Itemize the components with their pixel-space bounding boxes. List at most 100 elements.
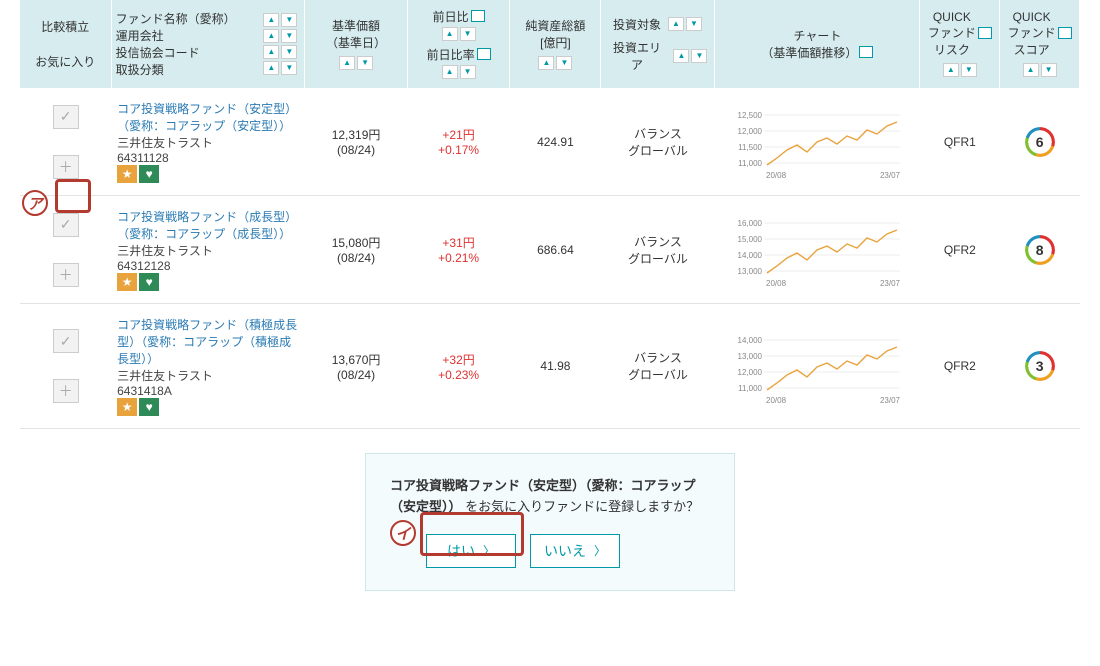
fund-company: 三井住友トラスト <box>117 244 213 258</box>
svg-text:16,000: 16,000 <box>738 219 763 228</box>
popup-icon[interactable] <box>479 50 491 60</box>
fund-diff-rate: +0.23% <box>413 368 504 382</box>
sort-down[interactable]: ▼ <box>460 27 476 41</box>
price-mini-chart: 12,500 12,000 11,500 11,00020/08 23/07 <box>732 100 902 180</box>
header-compare: 比較積立 <box>26 18 105 35</box>
svg-text:20/08: 20/08 <box>766 396 787 405</box>
col-header-score: QUICK ファンド スコア ▲▼ <box>1000 0 1080 88</box>
compare-toggle[interactable]: ✓ <box>53 213 79 237</box>
svg-text:13,000: 13,000 <box>738 267 763 276</box>
fund-asset: 41.98 <box>510 304 601 429</box>
fund-table: 比較積立 お気に入り ファンド名称（愛称） 運用会社 投信協会コード 取扱分類 … <box>20 0 1080 429</box>
chevron-right-icon: 〉 <box>594 542 606 559</box>
sort-down[interactable]: ▼ <box>460 65 476 79</box>
fund-code: 6431418A <box>117 384 172 398</box>
sort-down[interactable]: ▼ <box>357 56 373 70</box>
svg-text:11,500: 11,500 <box>739 143 763 152</box>
sort-up[interactable]: ▲ <box>263 29 279 43</box>
fund-price: 15,080円 <box>311 234 402 251</box>
sort-down[interactable]: ▼ <box>281 45 297 59</box>
table-row: ✓ ＋ コア投資戦略ファンド（安定型）（愛称：コアラップ（安定型）） 三井住友トラスト… <box>20 88 1080 196</box>
svg-text:11,000: 11,000 <box>739 384 763 393</box>
sort-down[interactable]: ▼ <box>281 29 297 43</box>
fund-company: 三井住友トラスト <box>117 369 213 383</box>
star-badge-icon: ★ <box>117 398 137 416</box>
popup-icon[interactable] <box>861 48 873 58</box>
sort-up[interactable]: ▲ <box>263 13 279 27</box>
sort-up[interactable]: ▲ <box>339 56 355 70</box>
popup-icon[interactable] <box>473 12 485 22</box>
favorite-add-button[interactable]: ＋ <box>53 155 79 179</box>
sort-up[interactable]: ▲ <box>1023 63 1039 77</box>
compare-toggle[interactable]: ✓ <box>53 329 79 353</box>
fund-name-link[interactable]: コア投資戦略ファンド（積極成長型）（愛称：コアラップ（積極成長型）） <box>117 318 297 366</box>
fund-risk: QFR2 <box>920 304 1000 429</box>
fund-score-ring: 6 <box>1025 127 1055 157</box>
price-mini-chart: 16,00015,00014,00013,00020/0823/07 <box>732 208 902 288</box>
header-asset: 純資産総額 <box>516 17 594 34</box>
price-mini-chart: 14,00013,00012,00011,00020/0823/07 <box>732 325 902 405</box>
header-chart-sub: （基準価額推移） <box>761 44 857 61</box>
sort-up[interactable]: ▲ <box>263 61 279 75</box>
header-diff-rate: 前日比率 <box>427 46 475 63</box>
sort-up[interactable]: ▲ <box>442 27 458 41</box>
svg-text:14,000: 14,000 <box>738 336 763 345</box>
svg-text:14,000: 14,000 <box>738 251 763 260</box>
fund-name-link[interactable]: コア投資戦略ファンド（成長型）（愛称：コアラップ（成長型）） <box>117 210 297 241</box>
fund-score-ring: 8 <box>1025 235 1055 265</box>
fund-diff: +32円 <box>413 351 504 368</box>
col-header-name: ファンド名称（愛称） 運用会社 投信協会コード 取扱分類 ▲▼ ▲▼ ▲▼ ▲▼ <box>111 0 305 88</box>
confirm-no-button[interactable]: いいえ 〉 <box>530 534 620 568</box>
fund-price-date: (08/24) <box>311 143 402 157</box>
sort-down[interactable]: ▼ <box>556 56 572 70</box>
fund-asset: 686.64 <box>510 196 601 304</box>
svg-text:23/07: 23/07 <box>880 171 901 180</box>
sort-down[interactable]: ▼ <box>281 61 297 75</box>
confirm-message: をお気に入りファンドに登録しますか？ <box>465 499 699 514</box>
svg-text:12,000: 12,000 <box>738 127 763 136</box>
fund-price: 12,319円 <box>311 126 402 143</box>
sort-down[interactable]: ▼ <box>691 49 707 63</box>
col-header-target: 投資対象 ▲▼ 投資エリア ▲▼ <box>601 0 715 88</box>
sort-up[interactable]: ▲ <box>442 65 458 79</box>
header-price: 基準価額 <box>332 17 380 34</box>
favorite-add-button[interactable]: ＋ <box>53 379 79 403</box>
sort-down[interactable]: ▼ <box>686 17 702 31</box>
svg-text:12,500: 12,500 <box>738 111 763 120</box>
fund-name-link[interactable]: コア投資戦略ファンド（安定型）（愛称：コアラップ（安定型）） <box>117 102 297 133</box>
sort-up[interactable]: ▲ <box>668 17 684 31</box>
header-manager: 運用会社 <box>116 27 257 44</box>
sort-down[interactable]: ▼ <box>281 13 297 27</box>
header-price-date: （基準日） <box>311 34 401 51</box>
fund-diff: +31円 <box>413 234 504 251</box>
fund-score-ring: 3 <box>1025 351 1055 381</box>
fund-target: バランス <box>607 233 709 250</box>
sort-down[interactable]: ▼ <box>961 63 977 77</box>
svg-text:23/07: 23/07 <box>880 279 901 288</box>
sort-up[interactable]: ▲ <box>263 45 279 59</box>
header-category: 取扱分類 <box>116 61 257 78</box>
svg-text:20/08: 20/08 <box>766 171 787 180</box>
header-target: 投資対象 <box>613 16 661 33</box>
fund-area: グローバル <box>607 250 709 267</box>
sort-up[interactable]: ▲ <box>538 56 554 70</box>
sort-up[interactable]: ▲ <box>943 63 959 77</box>
svg-text:11,000: 11,000 <box>739 159 763 168</box>
fund-target: バランス <box>607 349 709 366</box>
leaf-badge-icon: ♥ <box>139 398 159 416</box>
fund-area: グローバル <box>607 366 709 383</box>
sort-up[interactable]: ▲ <box>673 49 689 63</box>
svg-text:12,000: 12,000 <box>738 368 763 377</box>
popup-icon[interactable] <box>980 29 992 39</box>
popup-icon[interactable] <box>1060 29 1072 39</box>
svg-text:15,000: 15,000 <box>738 235 763 244</box>
fund-company: 三井住友トラスト <box>117 136 213 150</box>
svg-text:13,000: 13,000 <box>738 352 763 361</box>
confirm-no-label: いいえ <box>544 541 586 561</box>
sort-down[interactable]: ▼ <box>1041 63 1057 77</box>
compare-toggle[interactable]: ✓ <box>53 105 79 129</box>
favorite-add-button[interactable]: ＋ <box>53 263 79 287</box>
confirm-yes-button[interactable]: はい 〉 <box>426 534 516 568</box>
col-header-diff: 前日比 ▲▼ 前日比率 ▲▼ <box>407 0 510 88</box>
fund-price: 13,670円 <box>311 351 402 368</box>
